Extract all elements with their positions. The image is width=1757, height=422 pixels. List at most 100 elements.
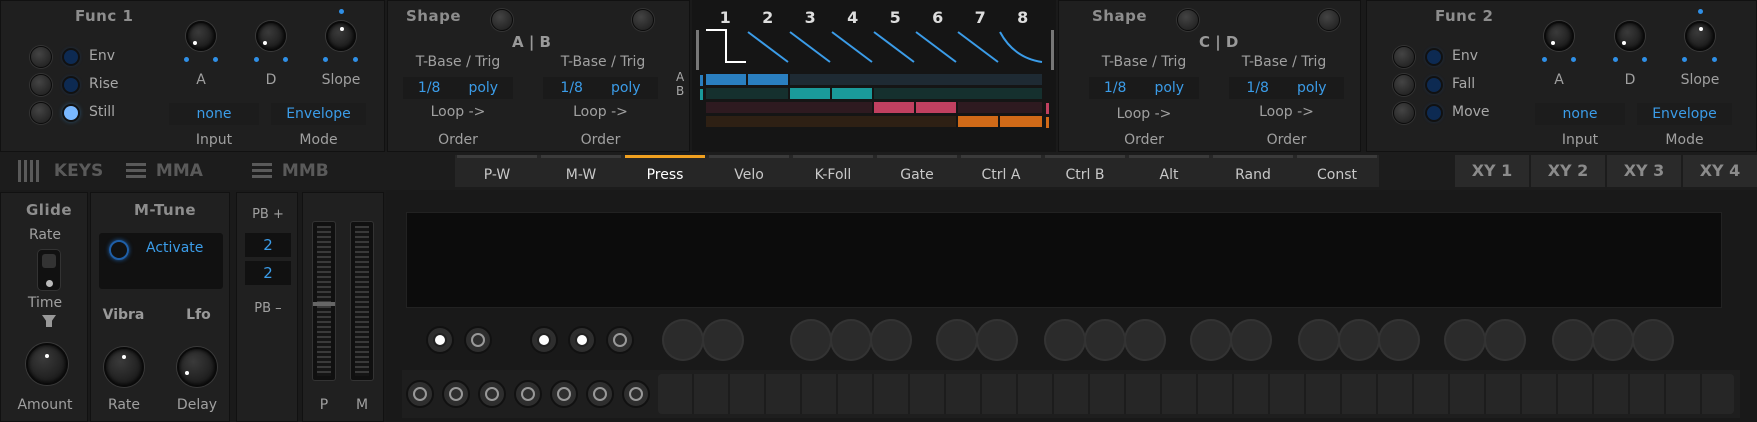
tab-mmb[interactable]: MMB [252, 155, 329, 187]
decay-knob[interactable] [256, 21, 286, 51]
func1-mode-label: Mode [299, 132, 338, 148]
loop-a-button[interactable]: Loop -> [403, 104, 513, 120]
row-label-b: B [676, 84, 685, 98]
vibra-rate-knob[interactable] [104, 347, 144, 387]
vibra-rate-label: Rate [107, 397, 141, 413]
lfo-label: Lfo [186, 307, 211, 323]
lower-key-4[interactable] [514, 380, 542, 408]
func2-env-led[interactable] [1427, 50, 1441, 64]
func2-env-label: Env [1452, 48, 1479, 64]
rise-led[interactable] [64, 78, 78, 92]
keyboard-area [386, 190, 1757, 422]
pb-up-field[interactable]: 2 [245, 233, 291, 257]
tab-keys[interactable]: KEYS [18, 155, 103, 187]
tbase-label-c: T-Base / Trig [1101, 54, 1187, 70]
pb-panel: PB + 2 2 PB – [236, 192, 298, 422]
upper-key-3[interactable] [530, 326, 558, 354]
env-led[interactable] [64, 50, 78, 64]
rate-field-a[interactable]: 1/8 poly [403, 77, 513, 99]
tab-xy2[interactable]: XY 2 [1531, 155, 1605, 187]
func2-mode-field[interactable]: Envelope [1637, 103, 1732, 125]
pb-down-field[interactable]: 2 [245, 261, 291, 285]
move-mini-knob[interactable] [1393, 102, 1415, 124]
tab-ctrlb[interactable]: Ctrl B [1045, 155, 1125, 187]
upper-key-5[interactable] [606, 326, 634, 354]
tab-pw[interactable]: P-W [457, 155, 537, 187]
func2-attack-knob[interactable] [1544, 21, 1574, 51]
rate-field-c[interactable]: 1/8 poly [1089, 77, 1199, 99]
tab-rand[interactable]: Rand [1213, 155, 1293, 187]
shape-left-knob-a[interactable] [491, 9, 513, 31]
loop-d-button[interactable]: Loop -> [1229, 104, 1344, 120]
func2-slope-label: Slope [1680, 72, 1720, 88]
step-grid[interactable] [706, 74, 1042, 130]
still-mini-knob[interactable] [30, 102, 52, 124]
lower-key-6[interactable] [586, 380, 614, 408]
rate-field-b[interactable]: 1/8 poly [543, 77, 658, 99]
upper-key-2[interactable] [464, 326, 492, 354]
tab-mma[interactable]: MMA [126, 155, 203, 187]
move-led[interactable] [1427, 106, 1441, 120]
func2-panel: Func 2 Env Fall Move A D Slope none Enve… [1366, 0, 1757, 152]
func2-env-mini-knob[interactable] [1393, 46, 1415, 68]
fall-mini-knob[interactable] [1393, 74, 1415, 96]
tab-ctrla[interactable]: Ctrl A [961, 155, 1041, 187]
lower-key-1[interactable] [406, 380, 434, 408]
fall-label: Fall [1452, 76, 1476, 92]
loop-c-button[interactable]: Loop -> [1089, 106, 1199, 122]
pb-minus-label: PB – [254, 301, 282, 316]
tab-const[interactable]: Const [1297, 155, 1377, 187]
rate-time-switch[interactable] [37, 249, 61, 291]
move-label: Move [1452, 104, 1490, 120]
shape-right-panel: Shape C | D T-Base / Trig T-Base / Trig … [1058, 0, 1361, 152]
activate-label: Activate [146, 240, 204, 256]
tab-xy1[interactable]: XY 1 [1455, 155, 1529, 187]
order-d-label: Order [1266, 132, 1307, 148]
shape-right-knob-d[interactable] [1318, 9, 1340, 31]
still-led[interactable] [64, 106, 78, 120]
cd-label: C | D [1199, 33, 1239, 51]
pitch-wheel-label: P [319, 397, 329, 413]
lower-key-5[interactable] [550, 380, 578, 408]
lower-key-3[interactable] [478, 380, 506, 408]
tab-xy4[interactable]: XY 4 [1683, 155, 1757, 187]
func2-decay-knob[interactable] [1615, 21, 1645, 51]
glide-title: Glide [26, 201, 73, 219]
loop-b-button[interactable]: Loop -> [543, 104, 658, 120]
func1-mode-field[interactable]: Envelope [271, 103, 366, 125]
attack-knob[interactable] [186, 21, 216, 51]
sequencer-display[interactable]: 1 2 3 4 5 6 7 8 A B C D [676, 0, 1073, 152]
upper-key-row[interactable] [402, 314, 1740, 366]
glide-amount-knob[interactable] [26, 343, 68, 385]
shape-right-knob-c[interactable] [1177, 9, 1199, 31]
tab-gate[interactable]: Gate [877, 155, 957, 187]
upper-key-4[interactable] [568, 326, 596, 354]
tab-press[interactable]: Press [625, 155, 705, 187]
tab-alt[interactable]: Alt [1129, 155, 1209, 187]
fall-led[interactable] [1427, 78, 1441, 92]
shape-left-knob-b[interactable] [632, 9, 654, 31]
lfo-delay-knob[interactable] [177, 347, 217, 387]
pb-plus-label: PB + [252, 207, 284, 222]
mod-wheel[interactable] [350, 221, 374, 381]
order-c-label: Order [1124, 132, 1164, 148]
glide-amount-label: Amount [17, 397, 73, 413]
lower-key-2[interactable] [442, 380, 470, 408]
attack-label: A [196, 72, 206, 88]
tab-xy3[interactable]: XY 3 [1607, 155, 1681, 187]
tab-mw[interactable]: M-W [541, 155, 621, 187]
rate-field-d[interactable]: 1/8 poly [1229, 77, 1344, 99]
tab-velo[interactable]: Velo [709, 155, 789, 187]
lower-key-7[interactable] [622, 380, 650, 408]
func2-input-field[interactable]: none [1535, 103, 1625, 125]
pitch-wheel[interactable] [312, 221, 336, 381]
func2-slope-knob[interactable] [1685, 21, 1715, 51]
lower-key-row[interactable] [402, 370, 1740, 418]
upper-key-1[interactable] [426, 326, 454, 354]
func1-input-field[interactable]: none [169, 103, 259, 125]
slope-knob[interactable] [326, 21, 356, 51]
env-mini-knob[interactable] [30, 46, 52, 68]
rise-mini-knob[interactable] [30, 74, 52, 96]
tab-kfoll[interactable]: K-Foll [793, 155, 873, 187]
activate-box[interactable]: Activate [99, 233, 223, 289]
